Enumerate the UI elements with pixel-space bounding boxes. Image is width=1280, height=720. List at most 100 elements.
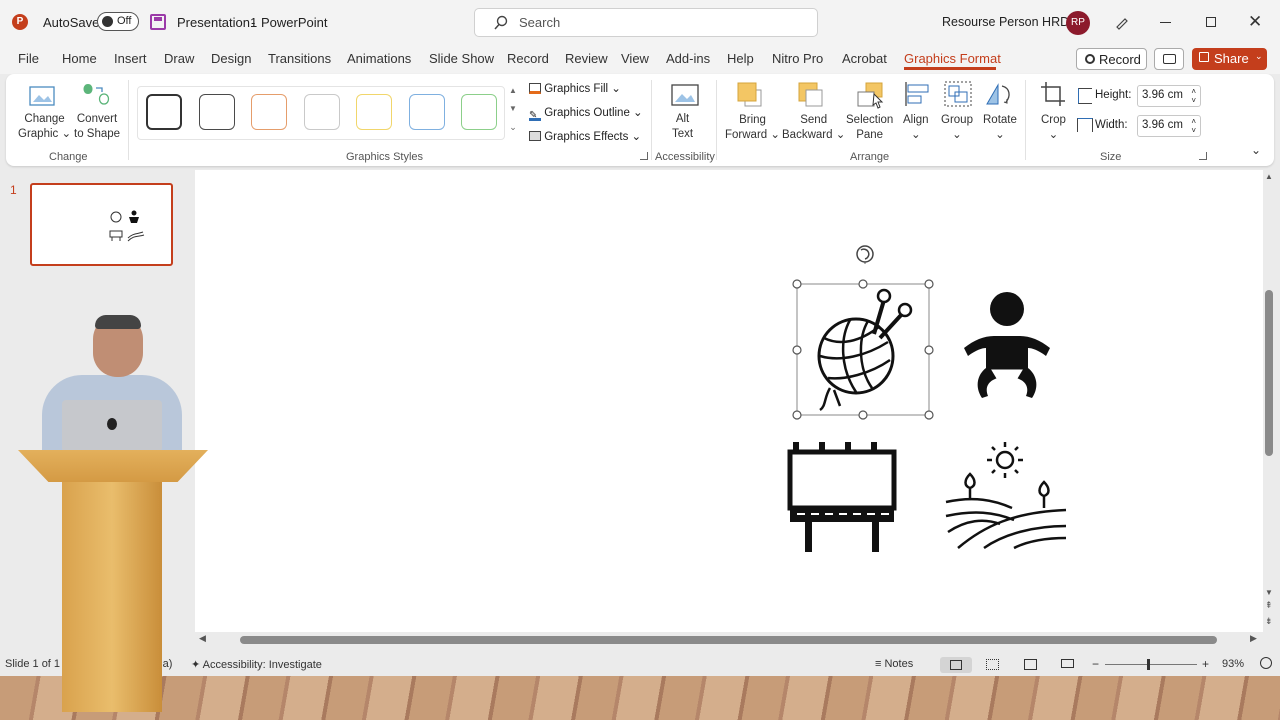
zoom-in-icon[interactable]: + — [1202, 657, 1209, 671]
align-button[interactable]: Align ⌄ — [903, 113, 929, 143]
tab-insert[interactable]: Insert — [114, 51, 147, 66]
notes-button[interactable]: ≡ Notes — [875, 658, 913, 670]
tab-add-ins[interactable]: Add-ins — [666, 51, 710, 66]
convert-label-1: Convert — [76, 113, 118, 125]
slide-number: 1 — [10, 183, 17, 197]
restore-icon[interactable] — [1206, 17, 1216, 27]
billboard-icon[interactable] — [785, 440, 899, 554]
next-slide-icon[interactable]: ⇟ — [1265, 616, 1273, 627]
height-input[interactable]: 3.96 cm ˄ ˅ — [1137, 85, 1201, 107]
gallery-scroll-down-icon[interactable]: ▼ — [507, 104, 519, 120]
convert-to-shape-button[interactable]: Convert to Shape — [74, 112, 120, 142]
divider — [716, 80, 717, 160]
record-button[interactable]: Record — [1076, 48, 1147, 70]
scroll-down-icon[interactable]: ▼ — [1265, 588, 1273, 597]
toggle-knob — [102, 16, 113, 27]
graphics-fill-button[interactable]: Graphics Fill ⌄ — [529, 81, 621, 99]
tab-file[interactable]: File — [18, 51, 39, 66]
height-icon — [1078, 88, 1092, 104]
share-button[interactable]: Share ⌄ — [1192, 48, 1267, 70]
tab-nitro-pro[interactable]: Nitro Pro — [772, 51, 823, 66]
tab-home[interactable]: Home — [62, 51, 97, 66]
tab-animations[interactable]: Animations — [347, 51, 411, 66]
selection-pane-label-1: Selection — [846, 114, 894, 126]
horizontal-scrollbar[interactable] — [240, 636, 1217, 644]
yarn-ball-icon[interactable] — [780, 238, 946, 430]
comments-icon[interactable] — [1154, 48, 1184, 70]
style-swatch-5[interactable] — [356, 94, 392, 130]
tab-slide-show[interactable]: Slide Show — [429, 51, 494, 66]
style-swatch-6[interactable] — [409, 94, 445, 130]
style-swatch-2[interactable] — [199, 94, 235, 130]
autosave-label: AutoSave — [43, 15, 100, 30]
close-icon[interactable]: ✕ — [1248, 12, 1262, 32]
search-input[interactable]: Search — [474, 8, 818, 37]
scroll-right-icon[interactable]: ▶ — [1250, 633, 1257, 644]
crop-button[interactable]: Crop ⌄ — [1041, 113, 1066, 143]
graphics-outline-button[interactable]: ✎ Graphics Outline ⌄ — [529, 105, 643, 123]
alt-text-icon — [671, 84, 699, 106]
tab-view[interactable]: View — [621, 51, 649, 66]
gallery-scroll-up-icon[interactable]: ▲ — [507, 86, 519, 102]
group-label-arrange: Arrange — [850, 151, 890, 163]
style-swatch-1[interactable] — [146, 94, 182, 130]
slide-sorter-icon[interactable] — [986, 659, 999, 670]
tab-graphics-format[interactable]: Graphics Format — [904, 51, 1001, 66]
save-icon[interactable] — [150, 14, 166, 30]
bring-forward-button[interactable]: Bring Forward ⌄ — [725, 113, 780, 143]
size-dialog-launcher-icon[interactable] — [1199, 152, 1207, 160]
autosave-toggle[interactable]: Off — [97, 12, 139, 31]
style-swatch-7[interactable] — [461, 94, 497, 130]
zoom-slider[interactable] — [1105, 659, 1197, 670]
group-chevron-icon: ⌄ — [952, 129, 962, 141]
zoom-slider-thumb[interactable] — [1147, 659, 1150, 670]
farm-field-icon[interactable] — [944, 440, 1068, 556]
scroll-left-icon[interactable]: ◀ — [199, 633, 206, 644]
accessibility-status[interactable]: ✦ Accessibility: Investigate — [191, 658, 322, 671]
rotate-icon — [986, 83, 1010, 105]
fit-to-window-icon[interactable] — [1260, 657, 1272, 669]
alt-text-button[interactable]: Alt Text — [672, 112, 693, 142]
tab-design[interactable]: Design — [211, 51, 251, 66]
group-button[interactable]: Group ⌄ — [941, 113, 973, 143]
send-backward-button[interactable]: Send Backward ⌄ — [782, 113, 845, 143]
vertical-scrollbar[interactable] — [1265, 290, 1273, 456]
width-input[interactable]: 3.96 cm ˄ ˅ — [1137, 115, 1201, 137]
baby-icon[interactable] — [960, 290, 1052, 404]
normal-view-icon[interactable] — [940, 657, 972, 673]
graphics-fill-label: Graphics Fill — [544, 83, 609, 95]
change-graphic-button[interactable]: Change Graphic ⌄ — [18, 112, 71, 142]
tab-acrobat[interactable]: Acrobat — [842, 51, 887, 66]
minimize-icon[interactable] — [1160, 22, 1171, 23]
zoom-level[interactable]: 93% — [1222, 658, 1244, 670]
slideshow-icon[interactable] — [1061, 659, 1074, 668]
pen-icon[interactable] — [1114, 14, 1130, 30]
graphics-outline-label: Graphics Outline — [544, 107, 630, 119]
tab-help[interactable]: Help — [727, 51, 754, 66]
reading-view-icon[interactable] — [1024, 659, 1037, 670]
slide-canvas[interactable] — [195, 170, 1263, 632]
tab-review[interactable]: Review — [565, 51, 608, 66]
notes-label: Notes — [884, 658, 914, 670]
width-label: Width: — [1095, 119, 1128, 131]
graphics-effects-button[interactable]: Graphics Effects ⌄ — [529, 129, 641, 147]
effects-icon — [529, 131, 541, 141]
avatar[interactable]: RP — [1066, 11, 1090, 35]
rotate-button[interactable]: Rotate ⌄ — [983, 113, 1017, 143]
tab-transitions[interactable]: Transitions — [268, 51, 331, 66]
collapse-ribbon-icon[interactable]: ⌄ — [1251, 143, 1261, 157]
gallery-more-icon[interactable]: ⌄ — [507, 122, 519, 138]
tab-draw[interactable]: Draw — [164, 51, 194, 66]
slide-thumbnail-1[interactable] — [30, 183, 173, 266]
selection-pane-button[interactable]: Selection Pane — [846, 113, 893, 143]
tab-record[interactable]: Record — [507, 51, 549, 66]
user-name: Resourse Person HRDC — [942, 15, 1079, 29]
style-swatch-3[interactable] — [251, 94, 287, 130]
previous-slide-icon[interactable]: ⇞ — [1265, 600, 1273, 611]
crop-chevron-icon: ⌄ — [1048, 129, 1059, 141]
style-swatch-4[interactable] — [304, 94, 340, 130]
podium — [62, 482, 162, 712]
zoom-out-icon[interactable]: − — [1092, 657, 1099, 671]
scroll-up-icon[interactable]: ▲ — [1265, 172, 1273, 181]
dialog-launcher-icon[interactable] — [640, 152, 648, 160]
